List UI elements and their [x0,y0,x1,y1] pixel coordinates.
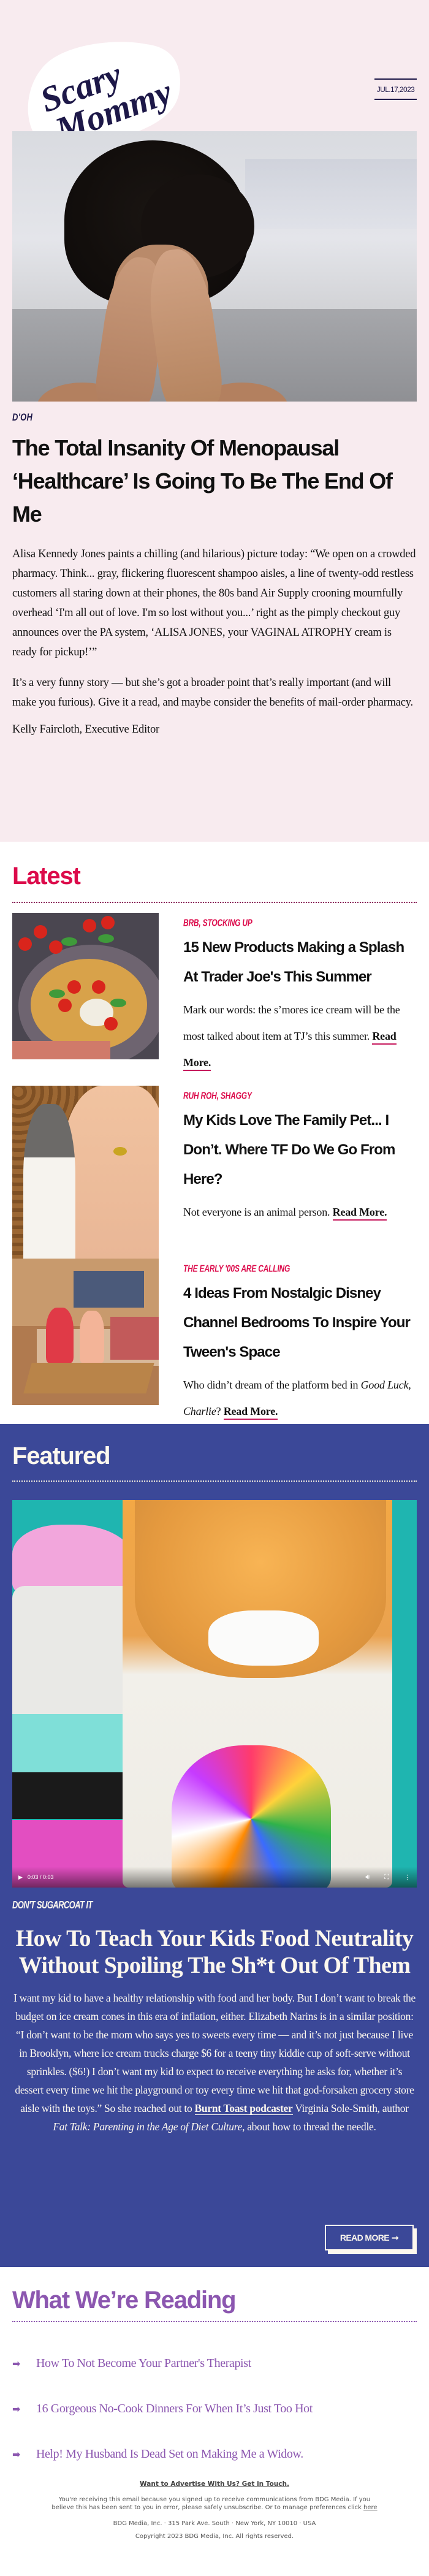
section-divider [12,1480,417,1482]
featured-read-more-button[interactable]: READ MORE ➞ [325,2225,417,2254]
read-more-label: READ MORE [340,2233,390,2243]
story-description-text: Who didn’t dream of the platform bed in [183,1379,361,1391]
featured-title-link[interactable]: How To Teach Your Kids Food Neutrality W… [16,1926,414,1978]
arrow-right-icon: ➡ [12,2403,21,2415]
story-thumbnail[interactable] [12,913,159,1059]
arrow-right-icon: ➡ [12,2448,21,2460]
hero-paragraph-2: It’s a very funny story — but she’s got … [12,677,413,709]
latest-section: Latest BRB, STOCKING UP 15 New Products … [0,842,429,1424]
featured-title: Featured [12,1442,111,1469]
story-description-text: Mark our words: the s’mores ice cream wi… [183,1004,400,1042]
story-title[interactable]: 4 Ideas From Nostalgic Disney Channel Be… [183,1279,417,1367]
play-icon[interactable]: ▶ [18,1874,23,1881]
fullscreen-icon[interactable]: ⛶ [384,1873,389,1881]
section-divider [12,902,417,903]
more-vertical-icon[interactable]: ⋮ [404,1873,411,1881]
reading-item[interactable]: ➡ 16 Gorgeous No-Cook Dinners For When I… [12,2392,417,2426]
story-description: Mark our words: the s’mores ice cream wi… [183,997,417,1076]
read-more-link[interactable]: Read More. [223,1405,278,1420]
story-description: Not everyone is an animal person. Read M… [183,1199,417,1225]
reading-item[interactable]: ➡ How To Not Become Your Partner's Thera… [12,2347,417,2380]
story-description: Who didn’t dream of the platform bed in … [183,1372,417,1425]
book-title: Fat Talk: Parenting in the Age of Diet C… [53,2121,243,2133]
story-title-link[interactable]: My Kids Love The Family Pet... I Don’t. … [183,1112,395,1187]
story-thumbnail[interactable] [12,1259,159,1405]
story-kicker: THE EARLY '00S ARE CALLING [183,1263,290,1275]
read-more-link[interactable]: Read More. [332,1206,387,1221]
story-description-text: Not everyone is an animal person. [183,1206,330,1218]
featured-text: , about how to thread the needle. [242,2121,376,2133]
issue-date-text: JUL.17,2023 [376,85,415,94]
featured-description: I want my kid to have a healthy relation… [12,1989,417,2136]
hero-title[interactable]: The Total Insanity Of Menopausal ‘Health… [12,432,417,531]
hero-section: Scary Mommy JUL.17,2023 D'OH The Total I… [0,0,429,1564]
reading-link[interactable]: How To Not Become Your Partner's Therapi… [36,2357,251,2371]
volume-icon[interactable]: 🔊︎ [365,1873,370,1881]
reading-link[interactable]: 16 Gorgeous No-Cook Dinners For When It’… [36,2402,313,2416]
story-title[interactable]: 15 New Products Making a Splash At Trade… [183,933,417,992]
story-thumbnail[interactable] [12,1086,159,1282]
story-title[interactable]: My Kids Love The Family Pet... I Don’t. … [183,1106,417,1194]
section-divider [12,2321,417,2322]
advertise-link[interactable]: Want to Advertise With Us? Get in Touch. [140,2480,289,2488]
issue-date: JUL.17,2023 [374,78,417,100]
footer: Want to Advertise With Us? Get in Touch.… [0,2451,429,2576]
hero-kicker: D'OH [12,411,33,423]
featured-story-title[interactable]: How To Teach Your Kids Food Neutrality W… [12,1925,417,1979]
manage-preferences-link[interactable]: here [363,2504,378,2511]
story-title-link[interactable]: 4 Ideas From Nostalgic Disney Channel Be… [183,1285,411,1360]
subscription-notice: You're receiving this email because you … [0,2496,429,2512]
burnt-toast-link[interactable]: Burnt Toast podcaster [194,2102,293,2115]
story-kicker: BRB, STOCKING UP [183,917,252,929]
notice-text: You're receiving this email because you … [51,2496,371,2511]
hero-title-link[interactable]: The Total Insanity Of Menopausal ‘Health… [12,435,393,527]
arrow-right-icon: ➡ [12,2358,21,2369]
story-description-text: ? [216,1405,221,1417]
video-time: 0:03 / 0:03 [27,1874,54,1880]
editor-signoff: Kelly Faircloth, Executive Editor [12,723,159,736]
featured-section: Featured ▶ 0:03 / 0:03 🔊︎ ⛶ ⋮ DON'T SUGA… [0,1424,429,2267]
reading-title: What We’re Reading [12,2287,237,2314]
latest-title: Latest [12,863,81,890]
story-kicker: RUH ROH, SHAGGY [183,1090,252,1102]
reading-section: What We’re Reading ➡ How To Not Become Y… [0,2267,429,2461]
arrow-right-icon: ➞ [392,2232,399,2243]
video-controls: ▶ 0:03 / 0:03 🔊︎ ⛶ ⋮ [12,1867,417,1888]
company-address: BDG Media, Inc. · 315 Park Ave. South · … [113,2520,316,2527]
reading-link[interactable]: Help! My Husband Is Dead Set on Making M… [36,2447,303,2461]
hero-image[interactable] [12,131,417,402]
copyright: Copyright 2023 BDG Media, Inc. All right… [135,2533,294,2540]
featured-video[interactable]: ▶ 0:03 / 0:03 🔊︎ ⛶ ⋮ [12,1500,417,1888]
featured-text: Virginia Sole-Smith, author [292,2102,409,2114]
story-title-link[interactable]: 15 New Products Making a Splash At Trade… [183,939,404,985]
masthead: Scary Mommy JUL.17,2023 [12,0,417,150]
hero-paragraph-1: Alisa Kennedy Jones paints a chilling (a… [12,548,416,658]
featured-kicker: DON'T SUGARCOAT IT [12,1899,93,1911]
featured-text: I want my kid to have a healthy relation… [13,1992,416,2114]
